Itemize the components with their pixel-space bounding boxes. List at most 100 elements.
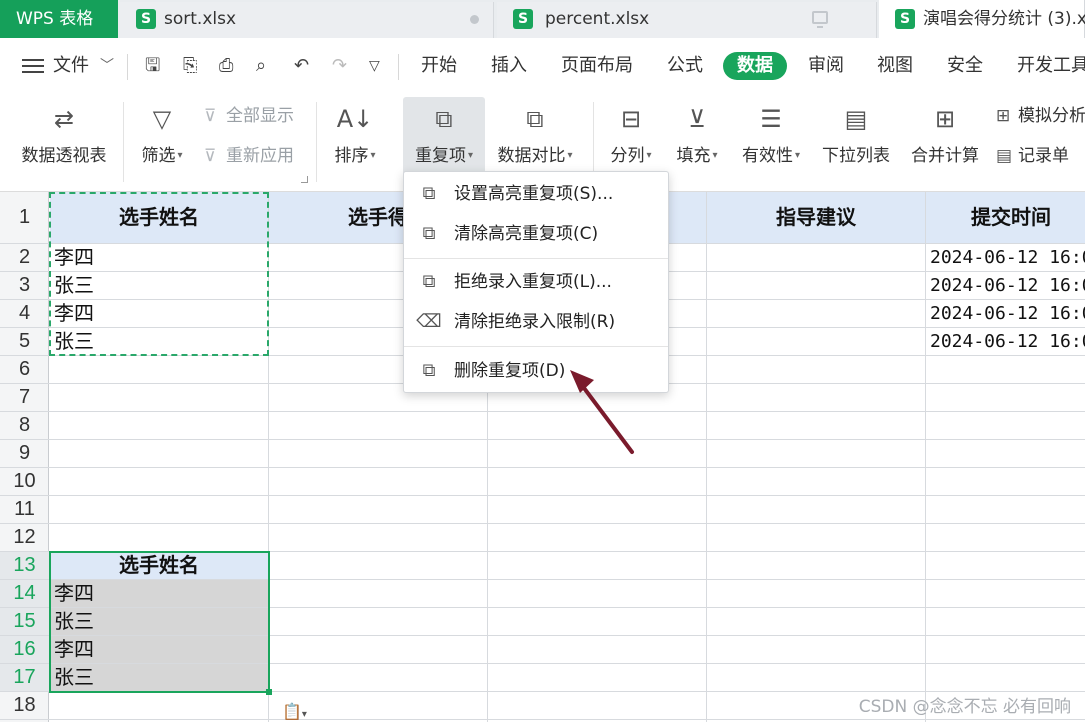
redo-icon[interactable]: ↷: [332, 56, 347, 76]
pivot-table-label: 数据透视表: [21, 146, 107, 166]
tab-label: 演唱会得分统计 (3).x: [923, 9, 1085, 29]
validity-button[interactable]: ☰ 有效性 ▾: [734, 94, 808, 184]
unsaved-dot-icon: [470, 15, 479, 24]
undo-icon[interactable]: ↶: [294, 56, 309, 76]
cell-submit-time[interactable]: 2024-06-12 16:0: [926, 244, 1085, 271]
tab-developer[interactable]: 开发工具: [1017, 52, 1085, 80]
caret-down-icon: ▾: [177, 150, 183, 161]
dropdown-list-button[interactable]: ▤ 下拉列表: [816, 94, 896, 184]
export-pdf-icon[interactable]: ⎘: [183, 56, 197, 76]
print-icon[interactable]: ⎙: [219, 56, 233, 76]
filter-label: 筛选: [141, 146, 176, 166]
menu-item-clear-reject-limit[interactable]: ⌫ 清除拒绝录入限制(R): [404, 304, 668, 340]
more-chevron-icon[interactable]: ▽: [369, 56, 380, 76]
tab-security[interactable]: 安全: [947, 52, 983, 80]
tab-formula[interactable]: 公式: [667, 52, 703, 80]
menu-item-label: 设置高亮重复项(S)...: [454, 184, 614, 204]
row-number[interactable]: 4: [0, 300, 49, 327]
wps-app-tab[interactable]: WPS 表格: [0, 0, 118, 38]
tab-page-layout[interactable]: 页面布局: [561, 52, 633, 80]
eraser-icon: ⌫: [416, 311, 442, 332]
row-number[interactable]: 10: [0, 468, 49, 495]
row-number[interactable]: 18: [0, 692, 49, 719]
divider: [316, 102, 317, 182]
cell-submit-time[interactable]: 2024-06-12 16:0: [926, 272, 1085, 299]
menu-item-reject-duplicates[interactable]: ⧉ 拒绝录入重复项(L)...: [404, 264, 668, 300]
gridline: [0, 523, 1085, 524]
record-form-button[interactable]: ▤ 记录单: [996, 144, 1069, 168]
row-number[interactable]: 6: [0, 356, 49, 383]
row-number[interactable]: 1: [0, 192, 49, 243]
dialog-launcher-icon[interactable]: [301, 176, 308, 183]
hamburger-menu-icon[interactable]: [22, 59, 44, 73]
header-cell-advice[interactable]: 指导建议: [707, 192, 925, 243]
tab-review[interactable]: 审阅: [808, 52, 844, 80]
save-icon[interactable]: 🖫: [145, 56, 160, 76]
duplicates-button[interactable]: ⧉ 重复项 ▾: [403, 97, 485, 175]
filter-button[interactable]: ▽ 筛选 ▾: [132, 94, 192, 184]
row-number-selected[interactable]: 16: [0, 636, 49, 663]
tab-label: sort.xlsx: [164, 9, 237, 29]
gridline: [0, 495, 1085, 496]
reject-duplicates-icon: ⧉: [422, 271, 436, 292]
show-all-button[interactable]: ⊽ 全部显示: [204, 104, 294, 128]
filter-icon: ▽: [152, 105, 172, 133]
row-number[interactable]: 12: [0, 524, 49, 551]
divider: [593, 102, 594, 182]
show-all-label: 全部显示: [226, 106, 294, 126]
row-number-selected[interactable]: 14: [0, 580, 49, 607]
fill-label: 填充: [676, 146, 711, 166]
file-menu[interactable]: 文件: [53, 54, 89, 78]
menu-bar: 文件 ﹀ 🖫 ⎘ ⎙ ⌕ ↶ ↷ ▽ 开始 插入 页面布局 公式 数据 审阅 视…: [0, 38, 1085, 94]
duplicates-label: 重复项: [414, 146, 466, 166]
tab-percent-xlsx[interactable]: S percent.xlsx: [497, 2, 877, 38]
tab-view[interactable]: 视图: [877, 52, 913, 80]
reapply-button[interactable]: ⊽ 重新应用: [204, 144, 294, 168]
record-form-icon: ▤: [996, 146, 1013, 166]
consolidate-button[interactable]: ⊞ 合并计算: [904, 94, 986, 184]
fill-button[interactable]: ⊻ 填充 ▾: [669, 94, 725, 184]
row-number-selected[interactable]: 15: [0, 608, 49, 635]
row-number[interactable]: 7: [0, 384, 49, 411]
row-number[interactable]: 2: [0, 244, 49, 271]
sort-button[interactable]: A↓ 排序 ▾: [326, 94, 384, 184]
what-if-analysis-button[interactable]: ⊞ 模拟分析: [996, 104, 1085, 128]
chevron-down-icon[interactable]: ﹀: [100, 54, 114, 78]
fill-handle[interactable]: [266, 689, 272, 695]
menu-item-highlight-duplicates[interactable]: ⧉ 设置高亮重复项(S)...: [404, 176, 668, 212]
row-number[interactable]: 5: [0, 328, 49, 355]
gridline: [0, 467, 1085, 468]
row-number[interactable]: 3: [0, 272, 49, 299]
duplicates-icon: ⧉: [435, 105, 453, 133]
cell-submit-time[interactable]: 2024-06-12 16:0: [926, 328, 1085, 355]
tab-insert[interactable]: 插入: [491, 52, 527, 80]
spreadsheet-icon: S: [895, 9, 915, 29]
row-number[interactable]: 8: [0, 412, 49, 439]
gridline: [0, 719, 1085, 720]
tab-concert-scores[interactable]: S 演唱会得分统计 (3).x: [879, 0, 1085, 38]
menu-item-clear-highlight[interactable]: ⧉ 清除高亮重复项(C): [404, 216, 668, 252]
validity-label: 有效性: [741, 146, 793, 166]
tab-home[interactable]: 开始: [421, 52, 457, 80]
tab-data[interactable]: 数据: [723, 52, 787, 80]
what-if-analysis-label: 模拟分析: [1018, 106, 1085, 126]
row-number[interactable]: 9: [0, 440, 49, 467]
clear-highlight-icon: ⧉: [422, 223, 436, 244]
pivot-table-button[interactable]: ⇄ 数据透视表: [12, 94, 116, 184]
tab-label: percent.xlsx: [545, 9, 650, 29]
row-number-selected[interactable]: 13: [0, 552, 49, 579]
row-number-selected[interactable]: 17: [0, 664, 49, 691]
caret-down-icon: ▾: [467, 150, 474, 161]
row-number[interactable]: 11: [0, 496, 49, 523]
annotation-arrow-icon: [570, 370, 634, 454]
spreadsheet-icon: S: [136, 9, 156, 29]
paste-options-icon[interactable]: 📋▾: [282, 702, 307, 721]
caret-down-icon: ▾: [370, 150, 376, 161]
data-compare-icon: ⧉: [526, 105, 544, 133]
print-preview-icon[interactable]: ⌕: [256, 56, 266, 76]
cell-submit-time[interactable]: 2024-06-12 16:0: [926, 300, 1085, 327]
split-column-label: 分列: [610, 146, 645, 166]
tab-sort-xlsx[interactable]: S sort.xlsx: [120, 2, 568, 38]
header-cell-submit-time[interactable]: 提交时间: [926, 192, 1085, 243]
watermark-text: CSDN @念念不忘 必有回响: [858, 697, 1071, 717]
